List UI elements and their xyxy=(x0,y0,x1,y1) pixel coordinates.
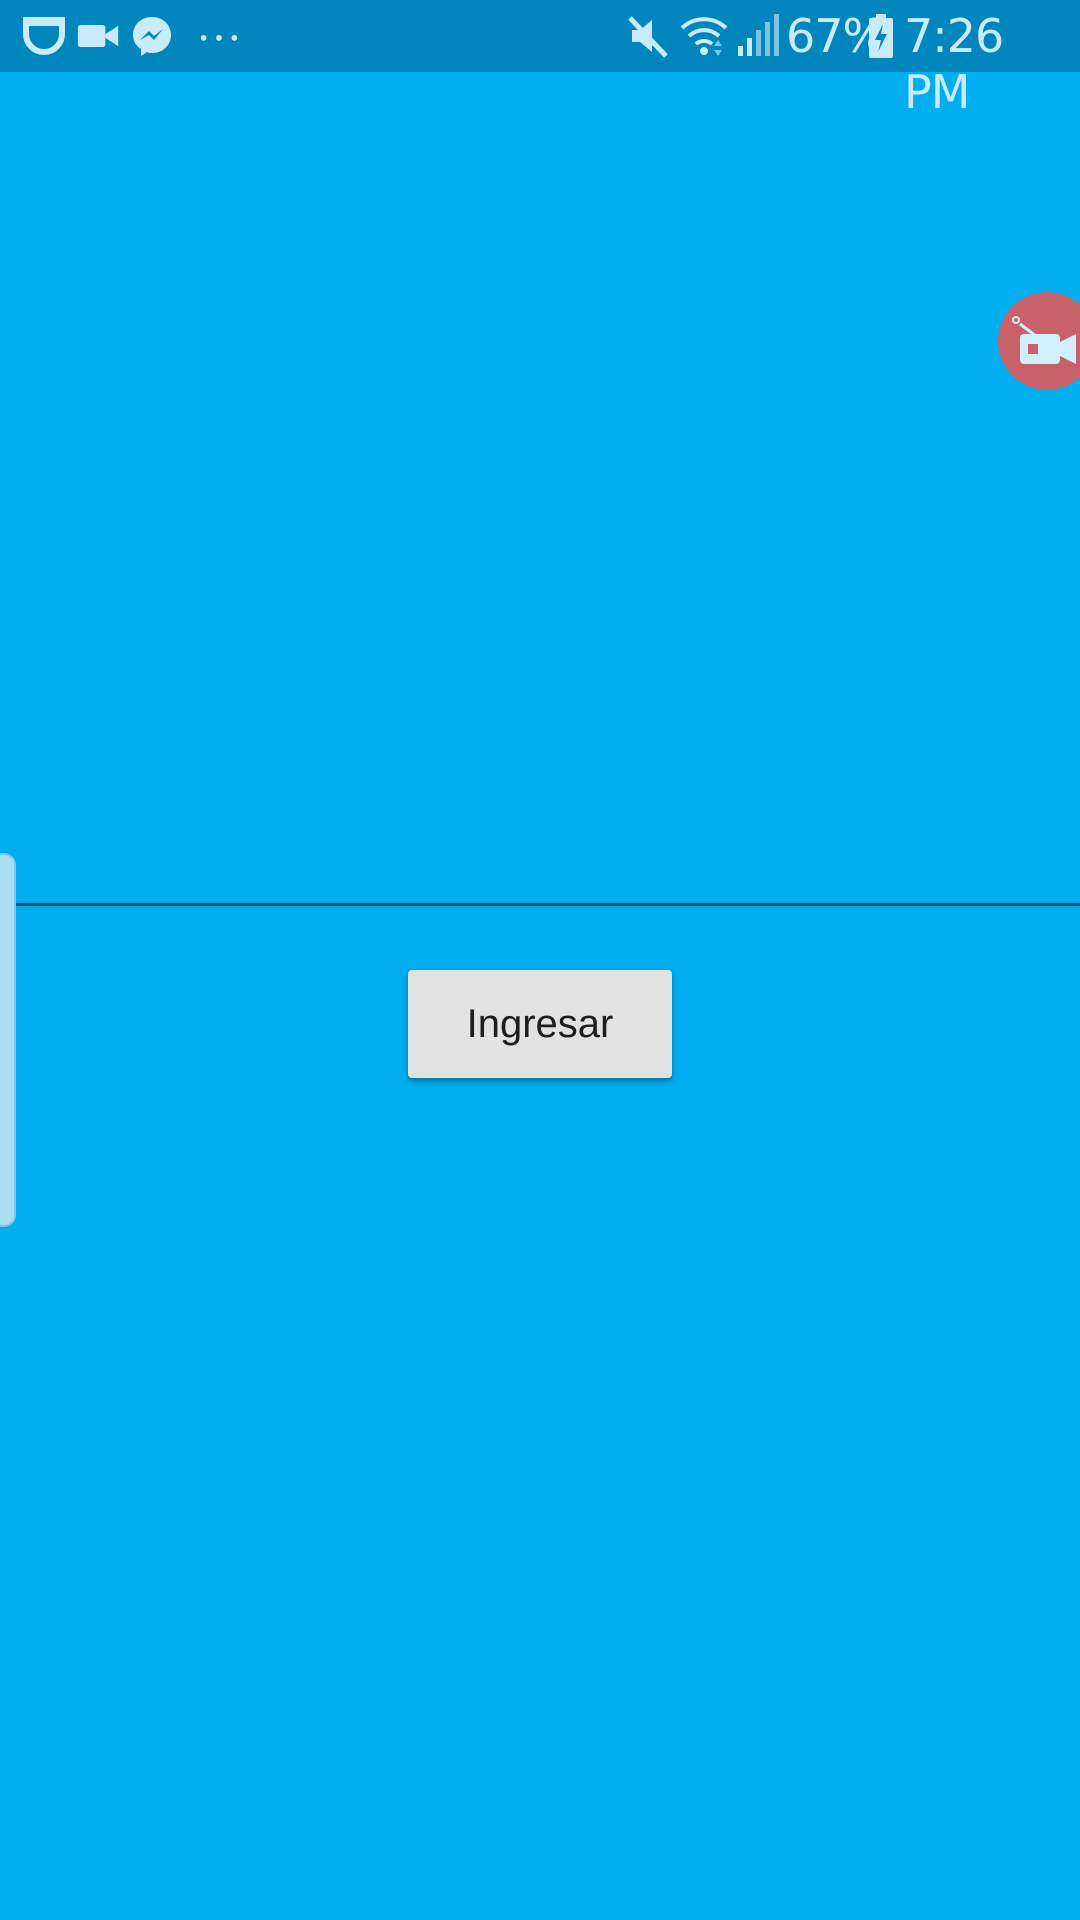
video-camera-icon xyxy=(76,12,120,60)
status-bar: 67% 7:26 PM xyxy=(0,0,1080,119)
wifi-icon xyxy=(680,12,728,60)
mute-icon xyxy=(624,12,672,60)
clock: 7:26 PM xyxy=(904,9,1004,119)
input-underline xyxy=(0,903,1080,906)
edge-panel-handle[interactable] xyxy=(0,853,16,1227)
floating-recorder-button[interactable] xyxy=(998,292,1080,390)
dash-cam-icon xyxy=(20,12,68,60)
signal-icon xyxy=(734,12,782,60)
more-dots-icon xyxy=(196,12,242,60)
ingresar-button[interactable]: Ingresar xyxy=(408,970,672,1078)
battery-charging-icon xyxy=(866,12,896,60)
messenger-icon xyxy=(128,12,176,60)
app-screen: 67% 7:26 PM Ingresar xyxy=(0,0,1080,1920)
